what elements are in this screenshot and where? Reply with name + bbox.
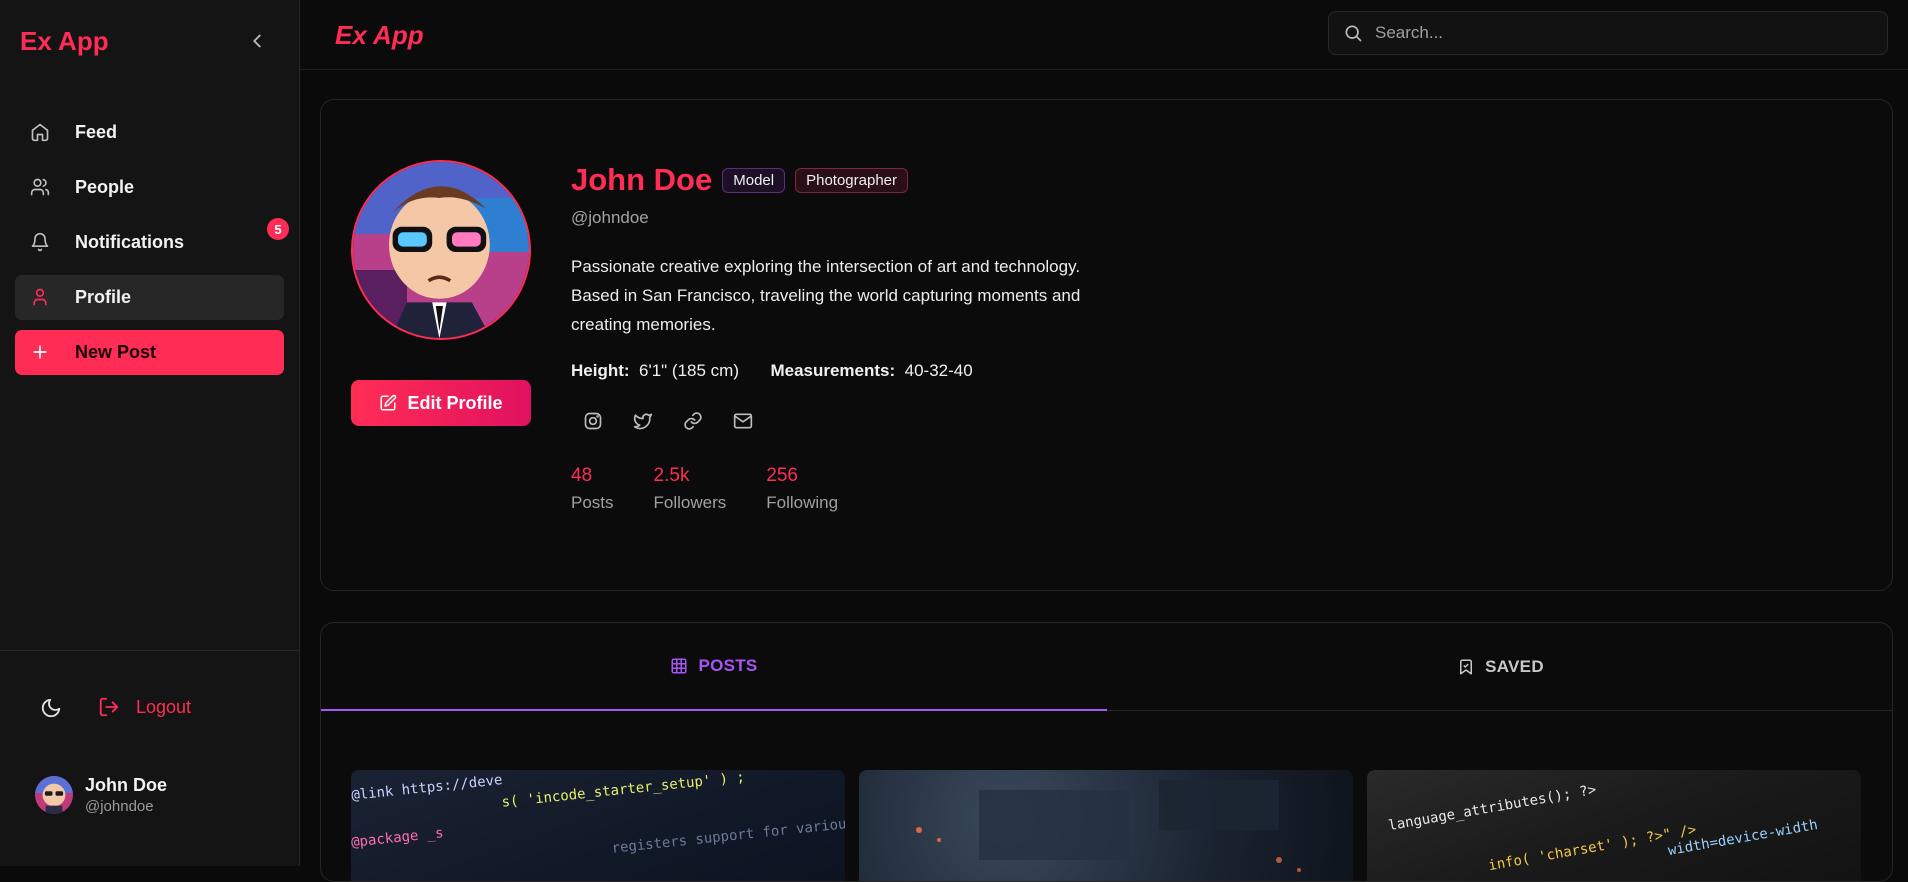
twitter-icon[interactable]	[633, 411, 653, 431]
tab-posts[interactable]: POSTS	[321, 623, 1107, 711]
edit-icon	[380, 394, 397, 411]
user-name: John Doe	[85, 775, 168, 795]
logout-button[interactable]: Logout	[98, 696, 191, 718]
profile-counts: 48 Posts 2.5k Followers 256 Following	[571, 465, 1131, 513]
user-icon	[33, 288, 47, 306]
profile-info: John Doe Model Photographer @johndoe Pas…	[571, 162, 1131, 513]
bell-icon	[31, 232, 49, 252]
sidebar-item-label: Feed	[75, 122, 118, 142]
bookmark-icon	[1460, 659, 1473, 675]
plus-icon	[33, 345, 47, 359]
search-icon	[1345, 25, 1362, 42]
notification-badge: 5	[267, 218, 289, 240]
tab-label: POSTS	[698, 656, 758, 675]
sidebar-item-profile[interactable]: Profile	[15, 275, 284, 320]
new-post-button[interactable]: New Post	[15, 330, 284, 375]
new-post-label: New Post	[75, 342, 157, 362]
count-followers[interactable]: 2.5k Followers	[654, 465, 727, 513]
chevron-left-icon[interactable]	[246, 30, 268, 52]
profile-handle: @johndoe	[571, 208, 649, 227]
measurements-value: 40-32-40	[904, 361, 973, 380]
logout-label: Logout	[136, 696, 192, 717]
sidebar-nav: Feed People Notifications 5 Profile New …	[15, 110, 289, 385]
count-value: 256	[766, 465, 798, 486]
home-icon	[31, 123, 49, 142]
circuit-image	[916, 780, 1301, 872]
avatar	[35, 776, 73, 814]
sidebar-item-notifications[interactable]: Notifications 5	[15, 218, 289, 265]
grid-icon	[671, 658, 687, 674]
user-handle: @johndoe	[85, 798, 154, 815]
measurements-label: Measurements:	[770, 361, 896, 380]
count-label: Posts	[571, 493, 614, 512]
sidebar-item-label: Profile	[75, 287, 132, 307]
link-icon[interactable]	[683, 411, 703, 431]
tab-saved[interactable]: SAVED	[1107, 623, 1892, 711]
count-label: Following	[766, 493, 839, 512]
count-label: Followers	[653, 493, 727, 512]
code-text: s( 'incode_starter_setup' ) ;	[500, 770, 746, 811]
count-value: 2.5k	[653, 465, 690, 486]
height-label: Height:	[571, 361, 630, 380]
social-links	[571, 411, 1131, 431]
tag-photographer: Photographer	[795, 167, 908, 193]
code-text: registers support for various	[610, 815, 845, 857]
brand-logo[interactable]: Ex App	[20, 26, 109, 57]
current-user[interactable]: John Doe @johndoe	[35, 775, 167, 815]
post-thumbnail[interactable]: language_attributes(); ?> info( 'charset…	[1367, 770, 1861, 881]
tab-label: SAVED	[1485, 657, 1544, 676]
edit-profile-label: Edit Profile	[407, 392, 503, 413]
logout-icon	[99, 697, 119, 717]
profile-avatar	[351, 160, 531, 340]
tag-model: Model	[722, 167, 786, 193]
code-text: info( 'charset' ); ?>" />	[1487, 821, 1698, 875]
profile-bio: Passionate creative exploring the inters…	[571, 257, 1081, 334]
search-input[interactable]: Search...	[1328, 11, 1888, 55]
sidebar-item-label: Notifications	[75, 232, 185, 252]
sidebar: Ex App Feed People Notifications 5 Profi…	[0, 0, 300, 866]
count-posts[interactable]: 48 Posts	[571, 465, 614, 513]
count-following[interactable]: 256 Following	[766, 465, 838, 513]
moon-icon[interactable]	[40, 697, 62, 719]
sidebar-divider	[0, 650, 300, 651]
page-title: Ex App	[335, 20, 424, 50]
mail-icon[interactable]	[733, 411, 753, 431]
post-thumbnail[interactable]: @link https://deve s( 'incode_starter_se…	[351, 770, 845, 881]
users-icon	[30, 178, 50, 196]
count-value: 48	[571, 465, 593, 486]
sidebar-item-label: People	[75, 177, 135, 197]
instagram-icon[interactable]	[583, 411, 603, 431]
code-text: @package _s	[351, 825, 445, 851]
sidebar-item-feed[interactable]: Feed	[15, 110, 284, 155]
profile-tabs: POSTS SAVED	[321, 623, 1892, 711]
posts-section: POSTS SAVED @link https://deve s( 'incod…	[320, 622, 1893, 882]
height-value: 6'1" (185 cm)	[639, 361, 739, 380]
sidebar-item-people[interactable]: People	[15, 165, 284, 210]
post-thumbnail[interactable]	[859, 770, 1353, 881]
edit-profile-button[interactable]: Edit Profile	[351, 380, 531, 426]
code-text: @link https://deve	[351, 772, 504, 804]
profile-stats: Height: 6'1" (185 cm) Measurements: 40-3…	[571, 361, 1131, 381]
profile-name: John Doe	[571, 162, 713, 197]
search-placeholder: Search...	[1375, 23, 1444, 42]
top-bar: Ex App Search...	[300, 0, 1908, 70]
code-text: language_attributes(); ?>	[1387, 781, 1598, 835]
profile-card: Edit Profile John Doe Model Photographer…	[320, 99, 1893, 591]
